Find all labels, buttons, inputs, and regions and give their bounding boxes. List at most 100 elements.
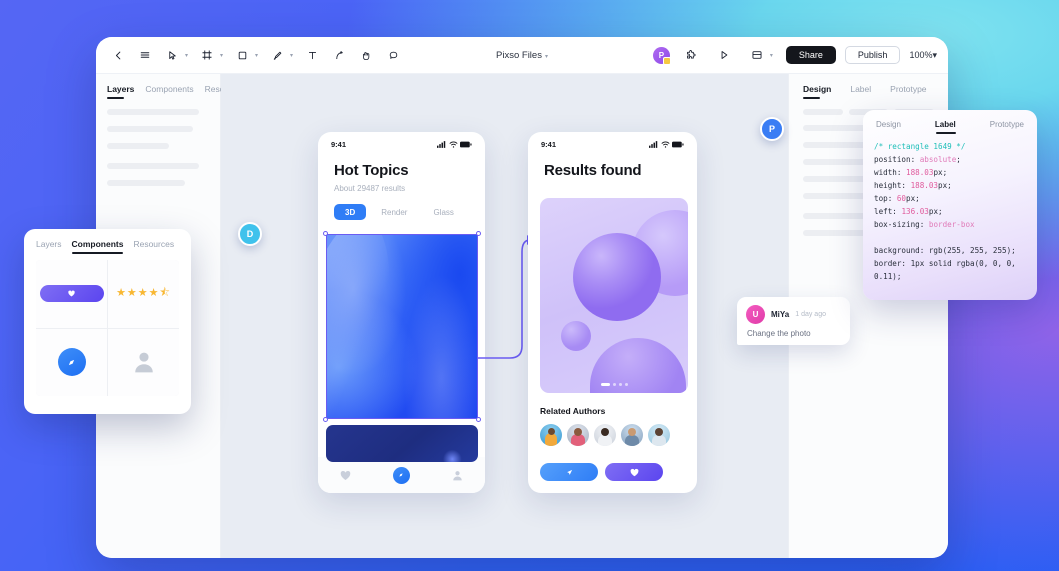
compass-button-component[interactable]: [57, 348, 86, 377]
code-line: position: absolute;: [874, 155, 961, 165]
chevron-down-icon[interactable]: ▾: [220, 52, 223, 59]
tab-resources[interactable]: Resources: [133, 239, 174, 256]
code-line: left: 136.03px;: [874, 207, 943, 217]
component-cell[interactable]: [108, 328, 179, 396]
selected-image-frame[interactable]: [323, 231, 481, 422]
zoom-level-text: 100%: [909, 50, 933, 60]
hand-icon[interactable]: [354, 43, 378, 67]
component-cell[interactable]: [36, 260, 107, 328]
text-icon[interactable]: [300, 43, 324, 67]
back-icon[interactable]: [106, 43, 130, 67]
comment-bubble[interactable]: U MiYa 1 day ago Change the photo: [737, 297, 850, 345]
toolbar: ▾ ▾ ▾ ▾ Pixso Files ▾ P ▾ Share Publish …: [96, 37, 948, 74]
zoom-level[interactable]: 100% ▾: [909, 50, 937, 61]
action-buttons: [540, 463, 663, 481]
menu-icon[interactable]: [133, 43, 157, 67]
tab-design[interactable]: Design: [876, 120, 901, 135]
like-pill-component[interactable]: [39, 285, 104, 303]
carousel-dot[interactable]: [612, 383, 616, 386]
avatar[interactable]: [567, 424, 589, 446]
abstract-purple-image[interactable]: [540, 198, 688, 393]
play-icon[interactable]: [712, 43, 736, 67]
frame-tool-group[interactable]: ▾: [195, 43, 223, 67]
component-cell[interactable]: ★★★★⯪: [108, 260, 179, 328]
heart-icon[interactable]: [339, 469, 352, 482]
css-code-block[interactable]: /* rectangle 1649 */ position: absolute;…: [874, 140, 1026, 284]
tab-label[interactable]: Label: [935, 120, 956, 135]
chevron-down-icon[interactable]: ▾: [932, 50, 937, 61]
avatar[interactable]: [621, 424, 643, 446]
wifi-icon: [448, 141, 458, 148]
abstract-blue-image[interactable]: [326, 234, 478, 419]
dark-preview-card[interactable]: [326, 425, 478, 462]
component-cell[interactable]: [36, 328, 107, 396]
code-line: box-sizing: border-box: [874, 220, 975, 230]
like-button[interactable]: [605, 463, 663, 481]
floating-components-panel[interactable]: Layers Components Resources ★★★★⯪: [24, 229, 191, 414]
carousel-dot-active[interactable]: [600, 383, 610, 386]
tab-layers[interactable]: Layers: [36, 239, 62, 256]
carousel-dot[interactable]: [624, 383, 628, 386]
page-title: Hot Topics: [334, 162, 409, 179]
avatar-component[interactable]: [131, 349, 157, 375]
tab-components[interactable]: Components: [71, 239, 123, 256]
cursor-icon[interactable]: [160, 43, 184, 67]
layout-icon[interactable]: [745, 43, 769, 67]
avatar[interactable]: [648, 424, 670, 446]
chevron-down-icon[interactable]: ▾: [545, 54, 548, 60]
components-grid: ★★★★⯪: [36, 260, 179, 396]
share-button[interactable]: Share: [785, 46, 836, 64]
segment-glass[interactable]: Glass: [422, 204, 464, 220]
pen-icon[interactable]: [265, 43, 289, 67]
sidebar-tab-layers[interactable]: Layers: [107, 84, 134, 101]
rectangle-icon[interactable]: [230, 43, 254, 67]
carousel-dot[interactable]: [618, 383, 622, 386]
plugin-icon[interactable]: [679, 43, 703, 67]
status-icons: [649, 141, 684, 148]
resize-handle-top-left[interactable]: [323, 231, 328, 236]
resize-handle-bottom-right[interactable]: [476, 417, 481, 422]
avatar[interactable]: U: [746, 305, 765, 324]
resize-handle-top-right[interactable]: [476, 231, 481, 236]
chevron-down-icon[interactable]: ▾: [290, 52, 293, 59]
carousel-dots[interactable]: [540, 383, 688, 386]
signal-icon: [649, 141, 658, 148]
avatar[interactable]: [540, 424, 562, 446]
chevron-down-icon[interactable]: ▾: [185, 52, 188, 59]
skeleton-row: [107, 163, 199, 169]
publish-button[interactable]: Publish: [844, 46, 901, 64]
rating-component[interactable]: ★★★★⯪: [116, 284, 171, 303]
shape-tool-group[interactable]: ▾: [230, 43, 258, 67]
path-icon[interactable]: [327, 43, 351, 67]
segment-render[interactable]: Render: [370, 204, 418, 220]
canvas[interactable]: [221, 74, 788, 558]
profile-icon[interactable]: [451, 469, 464, 482]
code-inspector-panel[interactable]: Design Label Prototype /* rectangle 1649…: [863, 110, 1037, 300]
toolbar-tools: ▾ ▾ ▾ ▾: [96, 43, 405, 67]
tab-prototype[interactable]: Prototype: [890, 84, 926, 101]
tab-label[interactable]: Label: [850, 84, 871, 101]
sidebar-tab-components[interactable]: Components: [145, 84, 193, 101]
move-tool-group[interactable]: ▾: [160, 43, 188, 67]
segment-3d[interactable]: 3D: [334, 204, 367, 220]
collaborator-cursor-d[interactable]: D: [238, 222, 262, 246]
frame-icon[interactable]: [195, 43, 219, 67]
layout-tool-group[interactable]: ▾: [745, 43, 773, 67]
bottom-navigation: [318, 457, 485, 493]
compass-icon[interactable]: [392, 466, 410, 484]
avatar[interactable]: P: [652, 46, 671, 65]
resize-handle-bottom-left[interactable]: [323, 417, 328, 422]
status-icons: [437, 141, 472, 148]
chevron-down-icon[interactable]: ▾: [770, 52, 773, 59]
comment-icon[interactable]: [381, 43, 405, 67]
floating-panel-tabs: Layers Components Resources: [24, 239, 191, 256]
comment-text: Change the photo: [747, 329, 811, 338]
tab-prototype[interactable]: Prototype: [990, 120, 1024, 135]
chevron-down-icon[interactable]: ▾: [255, 52, 258, 59]
avatar[interactable]: [594, 424, 616, 446]
tab-design[interactable]: Design: [803, 84, 831, 101]
share-button[interactable]: [540, 463, 598, 481]
skeleton-row: [107, 143, 169, 149]
collaborator-cursor-p[interactable]: P: [760, 117, 784, 141]
pen-tool-group[interactable]: ▾: [265, 43, 293, 67]
